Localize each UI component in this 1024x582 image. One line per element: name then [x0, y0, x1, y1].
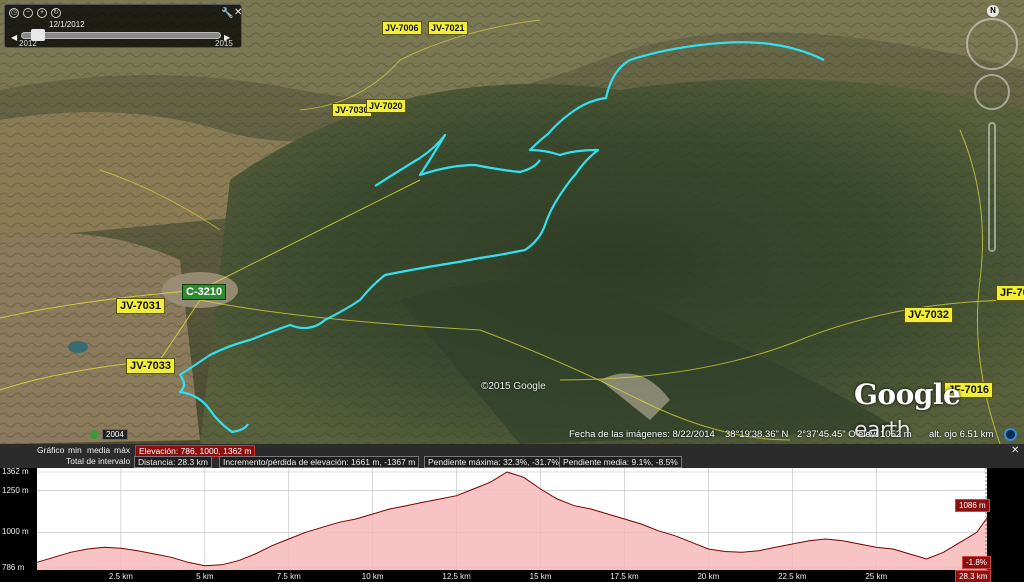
x-tick-label: 25 km: [865, 572, 888, 581]
map-view[interactable]: JV-7006 JV-7021 JV-7030 JV-7020 C-3210 J…: [0, 0, 1024, 444]
road-label: JV-7020: [366, 99, 406, 113]
total-range-label: Total de intervalo: [66, 456, 131, 466]
y-tick-label: 786 m: [2, 563, 25, 572]
chart-label: Gráfico: [37, 445, 65, 455]
gain-loss-stat[interactable]: Incremento/pérdida de elevación: 1661 m,…: [219, 456, 420, 468]
cursor-distance-flag: 28.3 km: [955, 570, 992, 582]
road-label: JF-70: [996, 285, 1024, 301]
step-back-icon[interactable]: ◀: [11, 33, 17, 42]
wrench-icon[interactable]: 🔧: [221, 8, 233, 19]
x-tick-label: 22.5 km: [778, 572, 807, 581]
road-label: JV-7031: [116, 298, 165, 314]
min-label: min: [68, 445, 82, 455]
slider-start-year: 2012: [19, 39, 37, 48]
cursor-slope-flag: -1.8%: [962, 556, 991, 569]
mean-label: media: [87, 445, 111, 455]
globe-icon[interactable]: [1004, 428, 1017, 441]
elevation-readout: elev. 1052 m: [858, 429, 912, 440]
mean-slope-stat[interactable]: Pendiente media: 9.1%, -8.5%: [559, 456, 682, 468]
x-tick-label: 17.5 km: [610, 572, 639, 581]
compass-north-icon[interactable]: N: [987, 5, 999, 17]
close-profile-icon[interactable]: ✕: [1011, 445, 1019, 456]
elevation-chart-svg: [36, 468, 988, 570]
y-tick-label: 1362 m: [2, 467, 29, 476]
elevation-chart[interactable]: 1362 m 1250 m 1000 m 786 m 2.5 km 5 km 7.5 km…: [0, 467, 1024, 582]
x-tick-label: 5 km: [196, 572, 214, 581]
x-tick-label: 10 km: [361, 572, 384, 581]
cursor-elevation-flag: 1086 m: [955, 499, 990, 512]
slider-end-year: 2015: [215, 39, 233, 48]
road-label: JV-7033: [126, 358, 175, 374]
copyright-text: ©2015 Google: [481, 381, 546, 392]
road-label: JV-7021: [428, 21, 468, 35]
clock-icon[interactable]: ◷: [9, 8, 19, 18]
x-tick-label: 15 km: [529, 572, 552, 581]
zoom-out-icon[interactable]: −: [23, 8, 33, 18]
zoom-in-icon[interactable]: +: [37, 8, 47, 18]
zoom-slider[interactable]: [988, 122, 996, 252]
road-label: C-3210: [182, 284, 227, 300]
profile-header: Gráfico min media máx Elevación: 786, 10…: [0, 444, 1024, 468]
status-bar: Fecha de las imágenes: 8/22/2014 38°19'3…: [0, 426, 1024, 444]
slider-date: 12/1/2012: [49, 20, 85, 29]
road-label: JV-7006: [382, 21, 422, 35]
max-label: máx: [114, 445, 131, 455]
x-tick-label: 20 km: [697, 572, 720, 581]
move-joystick[interactable]: [974, 74, 1010, 110]
max-slope-stat[interactable]: Pendiente máxima: 32.3%, -31.7%: [424, 456, 563, 468]
y-tick-label: 1250 m: [2, 485, 29, 495]
imagery-date: Fecha de las imágenes: 8/22/2014: [569, 429, 715, 440]
refresh-icon[interactable]: ↻: [51, 8, 61, 18]
look-joystick[interactable]: [966, 18, 1018, 70]
latitude-readout: 38°19'38.36" N: [725, 429, 789, 440]
longitude-readout: 2°37'45.45" O: [797, 429, 856, 440]
elevation-profile-panel: Gráfico min media máx Elevación: 786, 10…: [0, 444, 1024, 582]
navigation-controls[interactable]: N: [962, 2, 1022, 262]
x-tick-label: 12.5 km: [442, 572, 471, 581]
historical-imagery-slider[interactable]: ◷ − + ↻ 🔧 ✕ 12/1/2012 ◀ ▶ 2012 2015: [4, 4, 242, 48]
y-tick-label: 1000 m: [2, 527, 29, 537]
close-icon[interactable]: ✕: [234, 7, 242, 18]
slider-track[interactable]: [21, 32, 221, 39]
x-tick-label: 2.5 km: [108, 572, 133, 581]
x-tick-label: 7.5 km: [276, 572, 301, 581]
road-label: JV-7032: [904, 307, 953, 323]
eye-altitude-readout: alt. ojo 6.51 km: [929, 429, 994, 440]
distance-stat[interactable]: Distancia: 28.3 km: [134, 456, 212, 468]
